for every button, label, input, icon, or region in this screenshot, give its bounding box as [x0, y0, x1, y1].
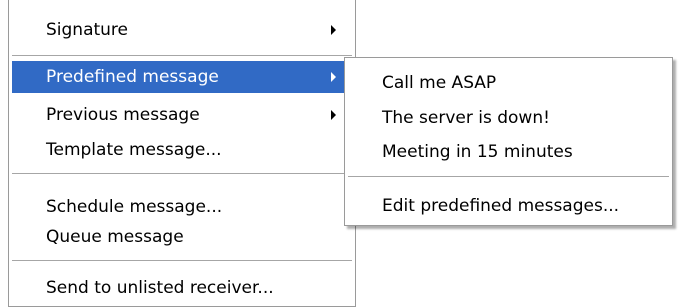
menu-separator [12, 173, 352, 174]
submenu-item-server-down[interactable]: The server is down! [348, 102, 669, 134]
menu-separator [348, 176, 669, 177]
submenu-item-meeting-15-minutes[interactable]: Meeting in 15 minutes [348, 136, 669, 168]
submenu-item-label: Meeting in 15 minutes [382, 142, 573, 162]
menu-item-predefined-message[interactable]: Predefined message [12, 61, 352, 93]
menu-item-signature[interactable]: Signature [12, 14, 352, 46]
menu-item-previous-message[interactable]: Previous message [12, 99, 352, 131]
predefined-message-submenu: Call me ASAP The server is down! Meeting… [344, 57, 673, 226]
menu-item-label: Previous message [46, 105, 200, 125]
menu-item-schedule-message[interactable]: Schedule message... [12, 191, 352, 223]
menu-separator [12, 260, 352, 261]
submenu-arrow-icon [331, 110, 336, 120]
submenu-item-label: The server is down! [382, 108, 550, 128]
submenu-arrow-icon [331, 72, 336, 82]
submenu-item-label: Call me ASAP [382, 73, 497, 93]
menu-item-label: Queue message [46, 227, 184, 247]
menu-item-label: Schedule message... [46, 197, 223, 217]
context-menu: Signature Predefined message Previous me… [8, 0, 356, 307]
menu-item-label: Send to unlisted receiver... [46, 278, 274, 298]
menu-item-template-message[interactable]: Template message... [12, 134, 352, 166]
menu-item-label: Signature [46, 20, 129, 40]
submenu-item-label: Edit predefined messages... [382, 196, 620, 216]
menu-separator [12, 55, 352, 56]
submenu-item-edit-predefined-messages[interactable]: Edit predefined messages... [348, 190, 669, 222]
menu-item-queue-message[interactable]: Queue message [12, 221, 352, 253]
menu-item-label: Predefined message [46, 67, 219, 87]
submenu-arrow-icon [331, 25, 336, 35]
submenu-item-call-me-asap[interactable]: Call me ASAP [348, 67, 669, 99]
menu-item-label: Template message... [46, 140, 222, 160]
menu-item-send-to-unlisted-receiver[interactable]: Send to unlisted receiver... [12, 272, 352, 304]
